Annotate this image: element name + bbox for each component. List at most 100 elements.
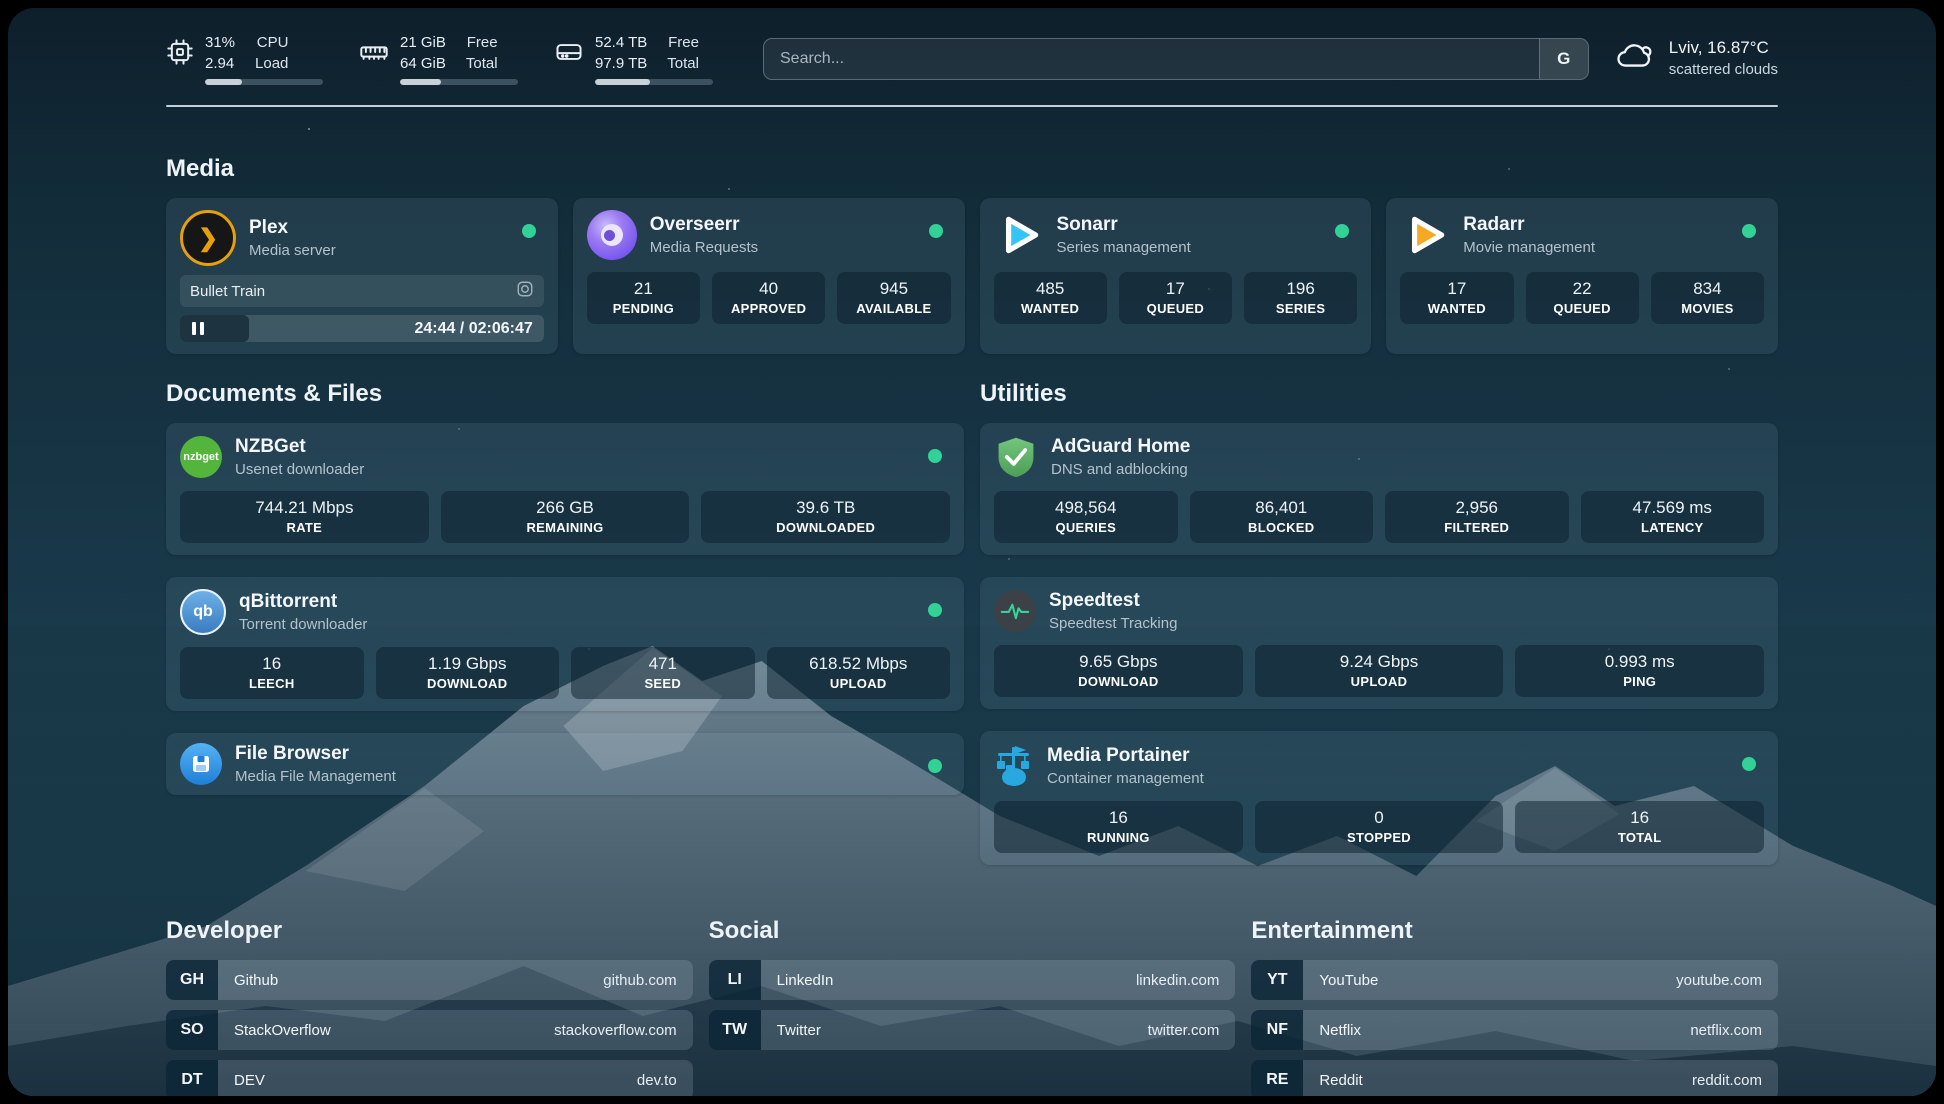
overseerr-icon — [587, 210, 637, 260]
cpu-label: CPU — [257, 32, 289, 53]
stat-value: 9.24 Gbps — [1263, 652, 1496, 672]
bookmark-stackoverflow[interactable]: SO StackOverflow stackoverflow.com — [166, 1010, 693, 1050]
linkedin-abbr-icon: LI — [709, 960, 761, 1000]
sonarr-icon — [994, 210, 1044, 260]
disk-progress-fill — [595, 79, 650, 85]
hard-drive-icon — [554, 38, 584, 71]
stat-label: QUEUED — [1127, 301, 1224, 316]
stat-label: QUERIES — [1002, 520, 1170, 535]
plex-card[interactable]: ❯ Plex Media server Bullet Train — [166, 198, 558, 354]
app-subtitle: DNS and adblocking — [1051, 460, 1190, 480]
bookmark-name: StackOverflow — [234, 1022, 331, 1039]
media-type-icon — [516, 280, 534, 302]
cpu-usage-value: 31% — [205, 32, 235, 53]
stat-label: MOVIES — [1659, 301, 1756, 316]
stat-label: RUNNING — [1002, 830, 1235, 845]
stat-label: BLOCKED — [1198, 520, 1366, 535]
media-section-title: Media — [166, 155, 1778, 183]
playback-progress-bar[interactable]: 24:44 / 02:06:47 — [180, 315, 544, 342]
bookmark-name: DEV — [234, 1072, 265, 1089]
stat-box: 16 LEECH — [180, 647, 364, 699]
app-subtitle: Movie management — [1463, 238, 1595, 258]
search-input[interactable] — [764, 39, 1539, 79]
stat-box: 0.993 ms PING — [1515, 645, 1764, 697]
portainer-card[interactable]: Media Portainer Container management 16 … — [980, 731, 1778, 865]
developer-section-title: Developer — [166, 917, 693, 945]
app-subtitle: Torrent downloader — [239, 615, 367, 635]
stat-box: 47.569 ms LATENCY — [1581, 491, 1765, 543]
bookmark-name: Twitter — [777, 1022, 821, 1039]
stat-value: 0.993 ms — [1523, 652, 1756, 672]
app-title: Radarr — [1463, 213, 1595, 238]
portainer-icon — [994, 743, 1034, 789]
stat-label: DOWNLOAD — [384, 676, 552, 691]
stat-value: 196 — [1252, 279, 1349, 299]
nzbget-card[interactable]: nzbget NZBGet Usenet downloader 744.21 M… — [166, 423, 964, 555]
stat-label: SERIES — [1252, 301, 1349, 316]
app-subtitle: Speedtest Tracking — [1049, 614, 1177, 634]
app-subtitle: Container management — [1047, 769, 1204, 789]
stat-label: APPROVED — [720, 301, 817, 316]
section-developer: Developer GH Github github.com SO StackO… — [166, 917, 693, 1096]
pause-button[interactable] — [192, 322, 204, 335]
radarr-icon — [1400, 210, 1450, 260]
app-title: Speedtest — [1049, 589, 1177, 614]
stat-value: 17 — [1408, 279, 1505, 299]
stat-value: 16 — [188, 654, 356, 674]
app-subtitle: Media File Management — [235, 767, 396, 787]
stat-label: STOPPED — [1263, 830, 1496, 845]
disk-stat-widget: 52.4 TB 97.9 TB Free Total — [554, 32, 713, 85]
app-subtitle: Series management — [1057, 238, 1191, 258]
bookmark-url: reddit.com — [1692, 1072, 1762, 1089]
bookmark-linkedin[interactable]: LI LinkedIn linkedin.com — [709, 960, 1236, 1000]
disk-total-label: Total — [667, 53, 699, 74]
disk-progress-track — [595, 79, 713, 85]
stat-value: 17 — [1127, 279, 1224, 299]
filebrowser-card[interactable]: File Browser Media File Management — [166, 733, 964, 795]
stat-box: 1.19 Gbps DOWNLOAD — [376, 647, 560, 699]
stat-label: WANTED — [1002, 301, 1099, 316]
stat-box: 266 GB REMAINING — [441, 491, 690, 543]
now-playing-row: Bullet Train — [180, 275, 544, 307]
dev-abbr-icon: DT — [166, 1060, 218, 1096]
bookmark-name: YouTube — [1319, 972, 1378, 989]
stat-box: 22 QUEUED — [1526, 272, 1639, 324]
stat-box: 17 WANTED — [1400, 272, 1513, 324]
utilities-section-title: Utilities — [980, 380, 1778, 408]
stat-value: 39.6 TB — [709, 498, 942, 518]
bookmark-twitter[interactable]: TW Twitter twitter.com — [709, 1010, 1236, 1050]
stackoverflow-abbr-icon: SO — [166, 1010, 218, 1050]
youtube-abbr-icon: YT — [1251, 960, 1303, 1000]
dashboard-screen: 31% 2.94 CPU Load — [8, 8, 1936, 1096]
bookmark-dev[interactable]: DT DEV dev.to — [166, 1060, 693, 1096]
status-online-dot — [1742, 224, 1756, 238]
stat-value: 47.569 ms — [1589, 498, 1757, 518]
qbittorrent-card[interactable]: qb qBittorrent Torrent downloader 16 LEE… — [166, 577, 964, 711]
stat-box: 471 SEED — [571, 647, 755, 699]
stat-value: 498,564 — [1002, 498, 1170, 518]
memory-free-label: Free — [467, 32, 498, 53]
stat-box: 0 STOPPED — [1255, 801, 1504, 853]
bookmark-name: Netflix — [1319, 1022, 1361, 1039]
stat-value: 2,956 — [1393, 498, 1561, 518]
stat-box: 21 PENDING — [587, 272, 700, 324]
bookmark-reddit[interactable]: RE Reddit reddit.com — [1251, 1060, 1778, 1096]
filebrowser-icon — [180, 743, 222, 785]
stat-label: DOWNLOAD — [1002, 674, 1235, 689]
stat-value: 618.52 Mbps — [775, 654, 943, 674]
speedtest-card[interactable]: Speedtest Speedtest Tracking 9.65 Gbps D… — [980, 577, 1778, 709]
radarr-card[interactable]: Radarr Movie management 17 WANTED 22 QUE… — [1386, 198, 1778, 354]
search-engine-button[interactable]: G — [1539, 39, 1588, 79]
overseerr-card[interactable]: Overseerr Media Requests 21 PENDING 40 A… — [573, 198, 965, 354]
cpu-chip-icon — [166, 38, 194, 71]
sonarr-card[interactable]: Sonarr Series management 485 WANTED 17 Q… — [980, 198, 1372, 354]
app-title: Plex — [249, 216, 336, 241]
status-online-dot — [928, 449, 942, 463]
bookmark-youtube[interactable]: YT YouTube youtube.com — [1251, 960, 1778, 1000]
memory-free-value: 21 GiB — [400, 32, 446, 53]
adguard-card[interactable]: AdGuard Home DNS and adblocking 498,564 … — [980, 423, 1778, 555]
app-title: qBittorrent — [239, 590, 367, 615]
bookmark-netflix[interactable]: NF Netflix netflix.com — [1251, 1010, 1778, 1050]
stat-box: 40 APPROVED — [712, 272, 825, 324]
bookmark-github[interactable]: GH Github github.com — [166, 960, 693, 1000]
